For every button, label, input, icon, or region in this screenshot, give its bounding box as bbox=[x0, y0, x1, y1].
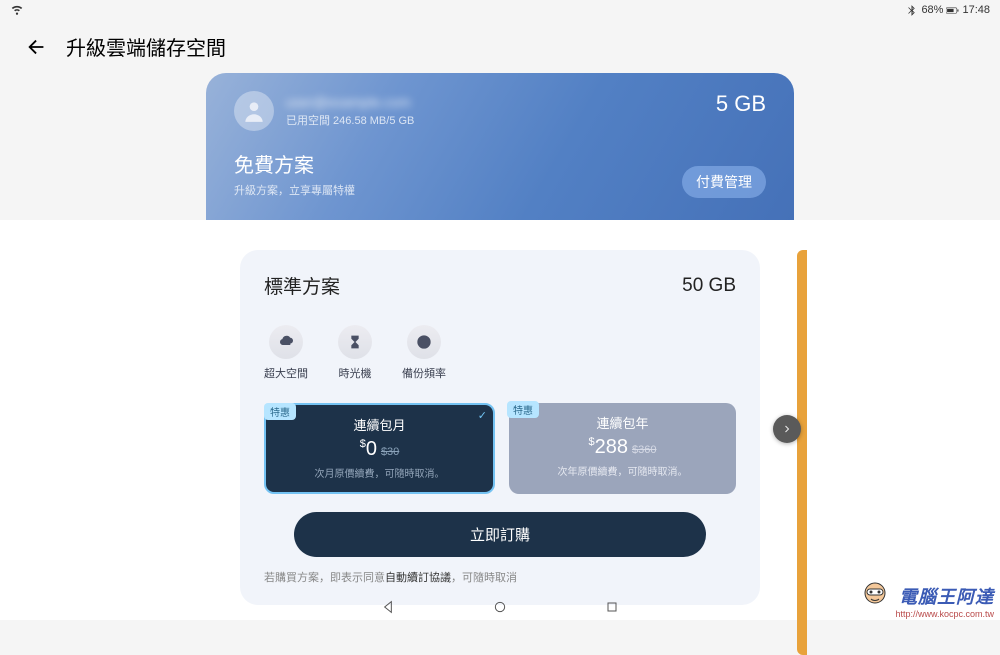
android-navbar bbox=[0, 589, 1000, 625]
dollar-icon bbox=[407, 325, 441, 359]
check-icon: ✓ bbox=[478, 409, 487, 422]
payment-manage-button[interactable]: 付費管理 bbox=[682, 166, 766, 198]
feature-list: 超大空間 時光機 備份頻率 bbox=[264, 325, 736, 381]
feature-space[interactable]: 超大空間 bbox=[264, 325, 308, 381]
current-plan-sub: 升級方案，立享專屬特權 bbox=[234, 182, 355, 198]
option-monthly[interactable]: 特惠 ✓ 連續包月 $0$30 次月原價續費，可隨時取消。 bbox=[264, 403, 495, 494]
current-plan-card: user@example.com 已用空間 246.58 MB/5 GB 5 G… bbox=[206, 73, 794, 220]
wifi-icon bbox=[10, 2, 24, 16]
user-name: user@example.com bbox=[286, 94, 414, 110]
chevron-right-icon bbox=[781, 423, 793, 435]
back-icon[interactable] bbox=[26, 36, 48, 58]
next-plan-button[interactable] bbox=[773, 415, 801, 443]
battery-icon bbox=[946, 4, 959, 17]
avatar bbox=[234, 91, 274, 131]
battery-percent: 68% bbox=[921, 4, 943, 16]
subscribe-button[interactable]: 立即訂購 bbox=[294, 512, 706, 557]
plans-area: 標準方案 50 GB 超大空間 時光機 備份頻率 特惠 ✓ 連續包月 $0$30 bbox=[0, 220, 1000, 620]
cloud-icon bbox=[269, 325, 303, 359]
current-plan-title: 免費方案 bbox=[234, 149, 355, 178]
nav-back-icon[interactable] bbox=[380, 599, 396, 615]
title-bar: 升級雲端儲存空間 bbox=[0, 20, 1000, 73]
nav-recent-icon[interactable] bbox=[604, 599, 620, 615]
page-title: 升級雲端儲存空間 bbox=[66, 32, 226, 61]
bluetooth-icon bbox=[905, 4, 918, 17]
clock: 17:48 bbox=[962, 4, 990, 16]
feature-time-machine[interactable]: 時光機 bbox=[338, 325, 372, 381]
plan-quota: 50 GB bbox=[682, 275, 736, 297]
feature-backup-freq[interactable]: 備份頻率 bbox=[402, 325, 446, 381]
mascot-icon bbox=[859, 579, 891, 611]
hourglass-icon bbox=[338, 325, 372, 359]
agreement-text: 若購買方案，即表示同意自動續訂協議，可隨時取消 bbox=[264, 569, 736, 585]
option-yearly[interactable]: 特惠 連續包年 $288$360 次年原價續費，可隨時取消。 bbox=[509, 403, 736, 494]
storage-usage: 已用空間 246.58 MB/5 GB bbox=[286, 112, 414, 128]
watermark: 電腦王阿達 http://www.kocpc.com.tw bbox=[895, 583, 994, 619]
deal-badge: 特惠 bbox=[507, 401, 539, 418]
standard-plan-card: 標準方案 50 GB 超大空間 時光機 備份頻率 特惠 ✓ 連續包月 $0$30 bbox=[240, 250, 760, 605]
plan-title: 標準方案 bbox=[264, 272, 340, 299]
agreement-link[interactable]: 自動續訂協議 bbox=[385, 572, 451, 584]
deal-badge: 特惠 bbox=[264, 403, 296, 420]
current-quota: 5 GB bbox=[716, 91, 766, 117]
status-bar: 68% 17:48 bbox=[0, 0, 1000, 20]
nav-home-icon[interactable] bbox=[492, 599, 508, 615]
